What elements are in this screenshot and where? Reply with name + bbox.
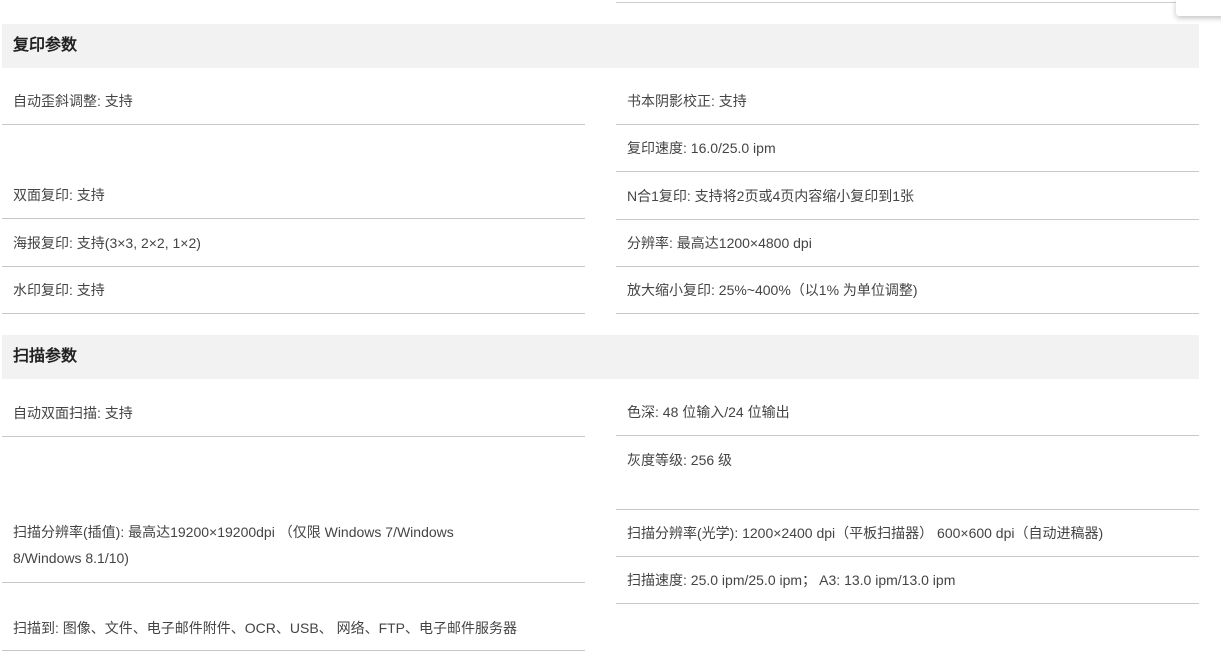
spec-row: 色深: 48 位输入/24 位输出	[616, 389, 1199, 436]
spec-row: 扫描分辨率(光学): 1200×2400 dpi（平板扫描器） 600×600 …	[616, 510, 1199, 557]
top-divider	[616, 2, 1199, 3]
spec-row: 灰度等级: 256 级	[616, 436, 1199, 510]
spec-row: 书本阴影校正: 支持	[616, 78, 1199, 125]
spec-row: 放大缩小复印: 25%~400%（以1% 为单位调整)	[616, 267, 1199, 314]
spec-row: 水印复印: 支持	[2, 267, 585, 314]
spec-text: 色深: 48 位输入/24 位输出	[627, 404, 790, 420]
spec-row: 扫描到: 图像、文件、电子邮件附件、OCR、USB、 网络、FTP、电子邮件服务…	[2, 606, 585, 651]
spec-text: 扫描分辨率(插值): 最高达19200×19200dpi （仅限 Windows…	[13, 524, 454, 566]
spec-text: 放大缩小复印: 25%~400%（以1% 为单位调整)	[627, 282, 918, 298]
spec-row: 复印速度: 16.0/25.0 ipm	[616, 125, 1199, 172]
spec-row: N合1复印: 支持将2页或4页内容缩小复印到1张	[616, 172, 1199, 220]
spec-row: 分辨率: 最高达1200×4800 dpi	[616, 220, 1199, 267]
spec-row: 扫描分辨率(插值): 最高达19200×19200dpi （仅限 Windows…	[2, 508, 585, 583]
spec-text: 复印速度: 16.0/25.0 ipm	[627, 140, 776, 156]
spec-text: 分辨率: 最高达1200×4800 dpi	[627, 235, 812, 251]
floating-widget[interactable]	[1176, 0, 1221, 16]
spec-text: 自动双面扫描: 支持	[13, 404, 133, 421]
spec-row: 海报复印: 支持(3×3, 2×2, 1×2)	[2, 219, 585, 267]
spec-row: 自动歪斜调整: 支持	[2, 78, 585, 125]
spec-text: 水印复印: 支持	[13, 282, 105, 298]
spec-text: 自动歪斜调整: 支持	[13, 93, 133, 109]
spec-text: 扫描速度: 25.0 ipm/25.0 ipm； A3: 13.0 ipm/13…	[627, 572, 956, 588]
spec-text: 扫描分辨率(光学): 1200×2400 dpi（平板扫描器） 600×600 …	[627, 525, 1104, 541]
spec-text: 海报复印: 支持(3×3, 2×2, 1×2)	[13, 234, 201, 251]
spec-text: 书本阴影校正: 支持	[627, 93, 747, 109]
spec-row: 扫描速度: 25.0 ipm/25.0 ipm； A3: 13.0 ipm/13…	[616, 557, 1199, 604]
spec-row: 双面复印: 支持	[2, 172, 585, 219]
spec-text: 双面复印: 支持	[13, 187, 105, 203]
section-header-scan: 扫描参数	[2, 335, 1199, 379]
spec-text: 扫描到: 图像、文件、电子邮件附件、OCR、USB、 网络、FTP、电子邮件服务…	[13, 620, 518, 636]
section-title-copy: 复印参数	[13, 37, 78, 54]
section-header-copy: 复印参数	[2, 24, 1199, 68]
spec-text: 灰度等级: 256 级	[627, 452, 733, 468]
spec-row: 自动双面扫描: 支持	[2, 389, 585, 437]
section-title-scan: 扫描参数	[13, 348, 78, 365]
spec-text: N合1复印: 支持将2页或4页内容缩小复印到1张	[627, 187, 915, 204]
